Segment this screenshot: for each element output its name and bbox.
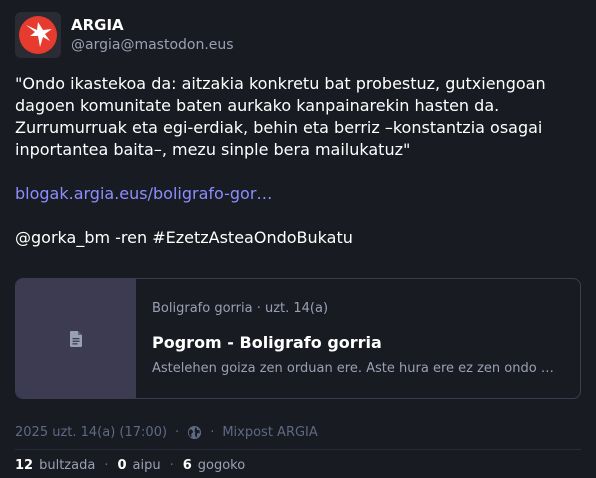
card-description: Astelehen goiza zen orduan ere. Aste hur…: [152, 361, 562, 376]
separator: ·: [104, 457, 109, 473]
status-meta: 2025 uzt. 14(a) (17:00) · · Mixpost ARGI…: [15, 423, 318, 441]
account-handle[interactable]: @argia@mastodon.eus: [71, 35, 234, 55]
status-link[interactable]: blogak.argia.eus/boligrafo-gor…: [15, 184, 272, 203]
separator: ·: [210, 424, 215, 440]
preview-card[interactable]: Boligrafo gorria · uzt. 14(a) Pogrom - B…: [15, 278, 581, 399]
replies-count[interactable]: 0: [117, 458, 126, 473]
boosts-label[interactable]: bultzada: [39, 458, 95, 473]
separator: ·: [175, 424, 180, 440]
boosts-count[interactable]: 12: [15, 458, 33, 473]
display-name[interactable]: ARGIA: [71, 15, 234, 35]
card-provider: Boligrafo gorria · uzt. 14(a): [152, 301, 329, 316]
favourites-label[interactable]: gogoko: [198, 458, 245, 473]
status-content: "Ondo ikastekoa da: aitzakia konkretu ba…: [15, 73, 581, 249]
status-stats: 12 bultzada · 0 aipu · 6 gogoko: [15, 456, 245, 474]
document-icon: [69, 330, 82, 347]
status: ARGIA @argia@mastodon.eus "Ondo ikasteko…: [0, 0, 596, 478]
status-paragraph: "Ondo ikastekoa da: aitzakia konkretu ba…: [15, 74, 546, 159]
author-names[interactable]: ARGIA @argia@mastodon.eus: [71, 15, 234, 55]
status-header[interactable]: ARGIA @argia@mastodon.eus: [15, 12, 234, 58]
card-title[interactable]: Pogrom - Boligrafo gorria: [152, 332, 564, 354]
card-thumbnail: [16, 279, 136, 398]
status-tags-line: @gorka_bm -ren #EzetzAsteaOndoBukatu: [15, 227, 581, 249]
mention-suffix: -ren: [110, 228, 153, 247]
separator: ·: [169, 457, 174, 473]
argia-logo-icon: [19, 16, 57, 54]
timestamp[interactable]: 2025 uzt. 14(a) (17:00): [15, 425, 167, 440]
globe-icon: [187, 425, 202, 440]
replies-label[interactable]: aipu: [133, 458, 161, 473]
application-name[interactable]: Mixpost ARGIA: [222, 425, 317, 440]
favourites-count[interactable]: 6: [183, 458, 192, 473]
hashtag[interactable]: #EzetzAsteaOndoBukatu: [152, 228, 353, 247]
avatar[interactable]: [15, 12, 61, 58]
divider: [15, 449, 581, 450]
card-body: Boligrafo gorria · uzt. 14(a) Pogrom - B…: [136, 279, 580, 398]
mention[interactable]: @gorka_bm: [15, 228, 110, 247]
